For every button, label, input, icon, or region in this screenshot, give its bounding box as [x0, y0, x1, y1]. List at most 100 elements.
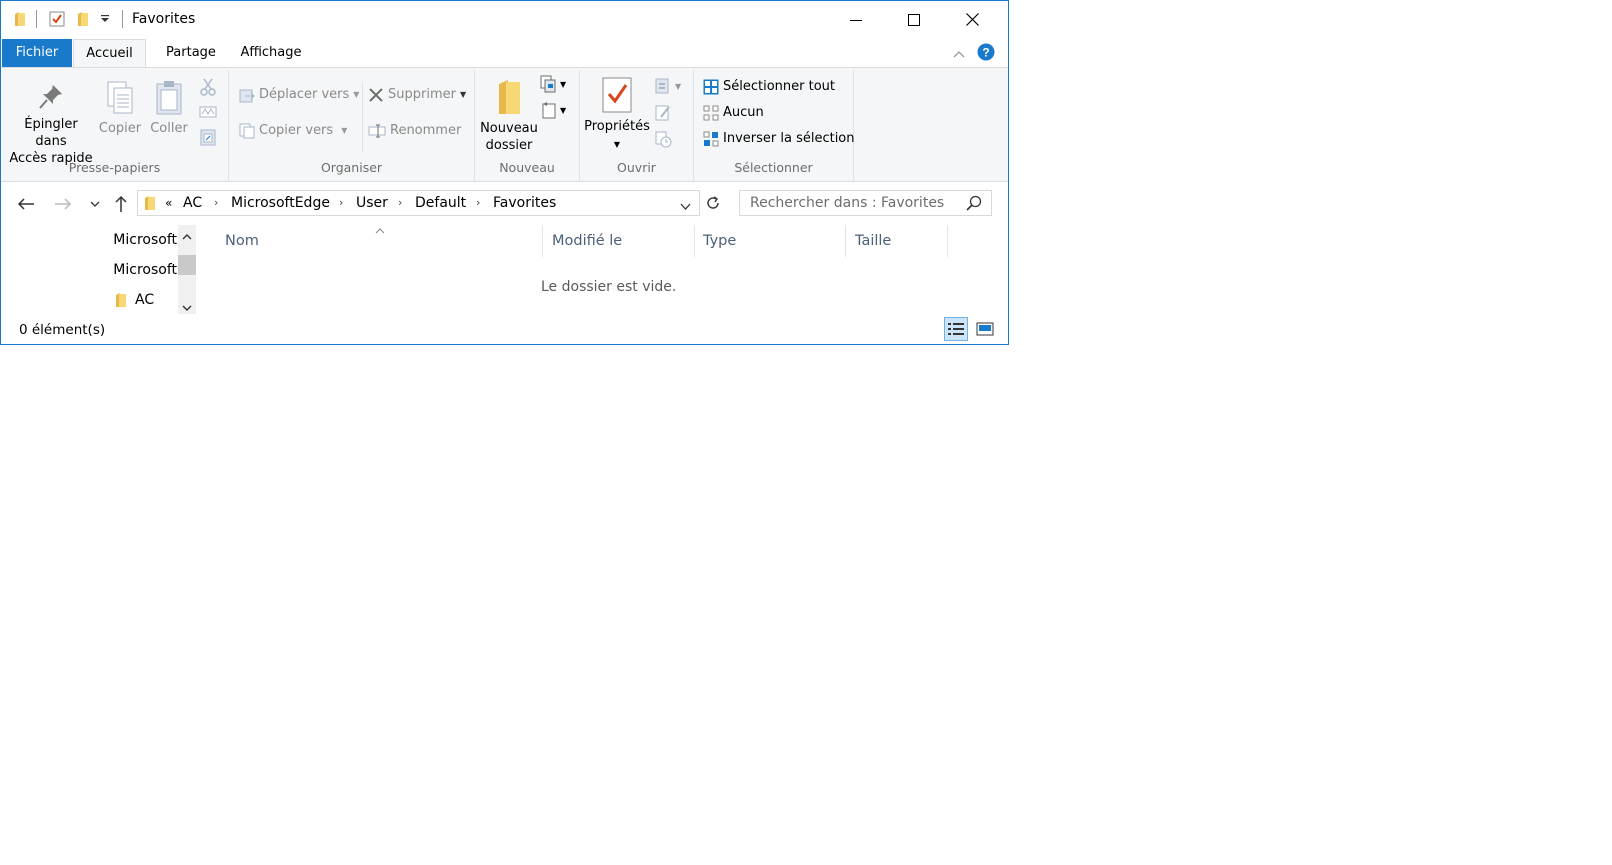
sort-ascending-icon — [375, 223, 385, 238]
rename-button[interactable]: Renommer — [368, 122, 461, 140]
tab-share[interactable]: Partage — [156, 39, 226, 67]
scroll-down-icon[interactable] — [182, 301, 192, 316]
search-input[interactable]: Rechercher dans : Favorites — [739, 190, 992, 216]
maximize-button[interactable] — [885, 1, 943, 38]
divider — [362, 82, 363, 152]
copy-icon — [107, 81, 133, 114]
tree-item[interactable]: AC — [115, 292, 177, 308]
pin-quick-access-button[interactable]: Épingler dans Accès rapide — [7, 82, 95, 167]
forward-button[interactable] — [51, 192, 75, 216]
copy-path-icon[interactable] — [199, 105, 217, 123]
column-header-modified[interactable]: Modifié le — [552, 233, 622, 249]
breadcrumb-overflow[interactable]: « — [165, 196, 172, 210]
column-header-name[interactable]: Nom — [225, 233, 259, 249]
column-divider[interactable] — [694, 225, 695, 257]
select-none-icon — [703, 105, 719, 121]
select-all-label: Sélectionner tout — [723, 79, 836, 94]
breadcrumb-item[interactable]: Favorites — [493, 195, 556, 211]
open-button[interactable]: ▼ — [654, 77, 681, 95]
group-label-open: Ouvrir — [617, 160, 656, 175]
chevron-down-icon: ▼ — [341, 126, 348, 135]
help-icon[interactable]: ? — [977, 43, 995, 65]
tree-item[interactable]: Microsoft — [105, 232, 177, 248]
easy-access-button[interactable]: ▼ — [540, 101, 566, 119]
folder-icon[interactable] — [13, 11, 27, 31]
group-label-clipboard: Presse-papiers — [68, 160, 161, 175]
paste-shortcut-icon[interactable] — [200, 128, 216, 150]
open-icon — [655, 78, 669, 94]
new-item-icon — [540, 75, 556, 93]
group-label-organize: Organiser — [320, 160, 383, 175]
delete-button[interactable]: Supprimer ▼ — [368, 86, 466, 104]
large-icons-view-button[interactable] — [973, 317, 997, 341]
breadcrumb-item[interactable]: AC — [183, 195, 202, 211]
chevron-down-icon: ▼ — [560, 105, 567, 115]
breadcrumb-item[interactable]: User — [356, 195, 388, 211]
details-view-icon — [948, 323, 964, 335]
tab-file[interactable]: Fichier — [2, 39, 72, 67]
breadcrumb-item[interactable]: Default — [415, 195, 466, 211]
select-none-button[interactable]: Aucun — [703, 104, 764, 122]
column-header-size[interactable]: Taille — [855, 233, 891, 249]
svg-text:?: ? — [982, 46, 989, 60]
rename-label: Renommer — [390, 123, 462, 138]
properties-button[interactable]: Propriétés ▼ — [584, 76, 650, 153]
history-icon[interactable] — [654, 130, 672, 152]
back-button[interactable] — [14, 192, 38, 216]
up-arrow-icon — [115, 195, 127, 212]
invert-selection-button[interactable]: Inverser la sélection — [703, 130, 855, 148]
new-folder-button[interactable]: Nouveau dossier — [479, 78, 539, 154]
tree-item[interactable]: Microsoft — [105, 262, 177, 278]
chevron-right-icon[interactable]: › — [398, 196, 402, 209]
group-label-select: Sélectionner — [734, 160, 813, 175]
details-view-button[interactable] — [944, 317, 968, 341]
scroll-up-icon[interactable] — [182, 229, 192, 244]
title-bar: Favorites — [1, 1, 1008, 38]
column-divider[interactable] — [542, 225, 543, 257]
pin-label-line1: Épingler dans — [24, 117, 78, 149]
minimize-icon — [850, 19, 862, 21]
properties-checkbox-icon[interactable] — [49, 11, 65, 31]
address-bar[interactable]: « AC › MicrosoftEdge › User › Default › … — [137, 190, 700, 216]
address-dropdown-icon[interactable] — [680, 200, 691, 215]
collapse-ribbon-icon[interactable] — [953, 47, 965, 62]
refresh-button[interactable] — [701, 191, 725, 215]
select-all-button[interactable]: Sélectionner tout — [703, 78, 835, 96]
copy-button[interactable]: Copier — [98, 80, 142, 137]
tab-home[interactable]: Accueil — [73, 39, 146, 67]
chevron-right-icon[interactable]: › — [339, 196, 343, 209]
minimize-button[interactable] — [827, 1, 885, 38]
maximize-icon — [908, 13, 920, 26]
column-divider[interactable] — [947, 225, 948, 257]
delete-icon — [369, 88, 383, 102]
customize-toolbar-chevron-icon[interactable] — [100, 13, 110, 28]
copy-to-button[interactable]: Copier vers ▼ — [239, 122, 347, 140]
chevron-right-icon[interactable]: › — [214, 196, 218, 209]
move-to-button[interactable]: Déplacer vers ▼ — [239, 86, 359, 104]
cut-icon[interactable] — [200, 78, 216, 100]
recent-locations-button[interactable] — [83, 192, 107, 216]
divider — [122, 10, 123, 28]
new-folder-icon[interactable] — [76, 11, 90, 31]
properties-icon — [602, 77, 632, 113]
copy-to-label: Copier vers — [259, 123, 334, 138]
edit-icon[interactable] — [654, 104, 672, 126]
nav-scrollbar[interactable] — [178, 225, 196, 314]
tab-view[interactable]: Affichage — [236, 39, 306, 67]
select-all-icon — [703, 79, 719, 95]
select-none-label: Aucun — [723, 105, 764, 120]
paste-button[interactable]: Coller — [147, 80, 191, 137]
column-header-type[interactable]: Type — [703, 233, 736, 249]
up-button[interactable] — [109, 192, 133, 216]
scrollbar-thumb[interactable] — [178, 255, 196, 275]
chevron-down-icon: ▼ — [459, 90, 467, 99]
breadcrumb-item[interactable]: MicrosoftEdge — [231, 195, 330, 211]
search-icon[interactable] — [966, 195, 982, 215]
close-button[interactable] — [943, 1, 1001, 38]
explorer-window: Favorites Fichier Accueil Partage Affich… — [0, 0, 1009, 345]
new-folder-label-line2: dossier — [485, 138, 533, 153]
new-item-button[interactable]: ▼ — [540, 75, 566, 93]
ribbon: Épingler dans Accès rapide Copier Coller… — [1, 67, 1008, 182]
chevron-right-icon[interactable]: › — [476, 196, 480, 209]
column-divider[interactable] — [845, 225, 846, 257]
